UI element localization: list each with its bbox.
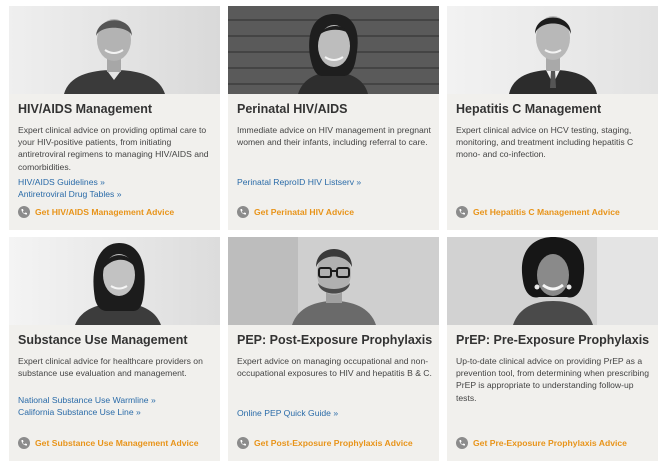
link-hiv-aids-guidelines[interactable]: HIV/AIDS Guidelines »: [18, 176, 122, 188]
link-antiretroviral-drug-tables[interactable]: Antiretroviral Drug Tables »: [18, 188, 122, 200]
get-advice-button[interactable]: Get Post-Exposure Prophylaxis Advice: [237, 437, 413, 449]
cta-label: Get Perinatal HIV Advice: [254, 207, 354, 217]
link-california-substance-use-line[interactable]: California Substance Use Line »: [18, 406, 156, 418]
cta-label: Get HIV/AIDS Management Advice: [35, 207, 175, 217]
get-advice-button[interactable]: Get Substance Use Management Advice: [18, 437, 199, 449]
card-title: Perinatal HIV/AIDS: [237, 102, 348, 116]
get-advice-button[interactable]: Get HIV/AIDS Management Advice: [18, 206, 174, 218]
card-description: Expert clinical advice on HCV testing, s…: [456, 125, 634, 160]
card-description: Expert clinical advice for healthcare pr…: [18, 356, 203, 379]
portrait-woman-icon: [228, 6, 439, 94]
card-links: Perinatal ReproID HIV Listserv »: [237, 176, 361, 188]
phone-icon: [237, 206, 249, 218]
portrait-man-glasses-icon: [228, 237, 439, 325]
cta-label: Get Hepatitis C Management Advice: [473, 207, 620, 217]
cta-label: Get Post-Exposure Prophylaxis Advice: [254, 438, 413, 448]
cta-label: Get Pre-Exposure Prophylaxis Advice: [473, 438, 627, 448]
phone-icon: [237, 437, 249, 449]
card-title: PrEP: Pre-Exposure Prophylaxis: [456, 333, 650, 347]
phone-icon: [18, 206, 30, 218]
card-prep-pre-exposure-prophylaxis: PrEP: Pre-Exposure Prophylaxis Up-to-dat…: [447, 237, 658, 461]
card-description: Expert advice on managing occupational a…: [237, 356, 432, 379]
card-hepatitis-c-management: Hepatitis C Management Expert clinical a…: [447, 6, 658, 230]
card-links: HIV/AIDS Guidelines » Antiretroviral Dru…: [18, 176, 122, 200]
get-advice-button[interactable]: Get Hepatitis C Management Advice: [456, 206, 620, 218]
portrait-woman-icon: [9, 237, 220, 325]
card-title: Substance Use Management: [18, 333, 188, 347]
get-advice-button[interactable]: Get Pre-Exposure Prophylaxis Advice: [456, 437, 627, 449]
phone-icon: [456, 437, 468, 449]
portrait-woman-icon: [447, 237, 658, 325]
get-advice-button[interactable]: Get Perinatal HIV Advice: [237, 206, 354, 218]
card-substance-use-management: Substance Use Management Expert clinical…: [9, 237, 220, 461]
link-national-substance-use-warmline[interactable]: National Substance Use Warmline »: [18, 394, 156, 406]
card-description: Up-to-date clinical advice on providing …: [456, 356, 649, 403]
card-links: Online PEP Quick Guide »: [237, 407, 338, 419]
card-title: PEP: Post-Exposure Prophylaxis: [237, 333, 433, 347]
phone-icon: [18, 437, 30, 449]
card-perinatal-hiv-aids: Perinatal HIV/AIDS Immediate advice on H…: [228, 6, 439, 230]
card-description: Immediate advice on HIV management in pr…: [237, 125, 431, 148]
cta-label: Get Substance Use Management Advice: [35, 438, 199, 448]
link-online-pep-quick-guide[interactable]: Online PEP Quick Guide »: [237, 407, 338, 419]
card-description: Expert clinical advice on providing opti…: [18, 125, 209, 172]
phone-icon: [456, 206, 468, 218]
card-hiv-aids-management: HIV/AIDS Management Expert clinical advi…: [9, 6, 220, 230]
card-pep-post-exposure-prophylaxis: PEP: Post-Exposure Prophylaxis Expert ad…: [228, 237, 439, 461]
card-title: HIV/AIDS Management: [18, 102, 153, 116]
link-perinatal-reproid-listserv[interactable]: Perinatal ReproID HIV Listserv »: [237, 176, 361, 188]
card-links: National Substance Use Warmline » Califo…: [18, 394, 156, 418]
portrait-man-icon: [447, 6, 658, 94]
portrait-man-icon: [9, 6, 220, 94]
card-title: Hepatitis C Management: [456, 102, 602, 116]
